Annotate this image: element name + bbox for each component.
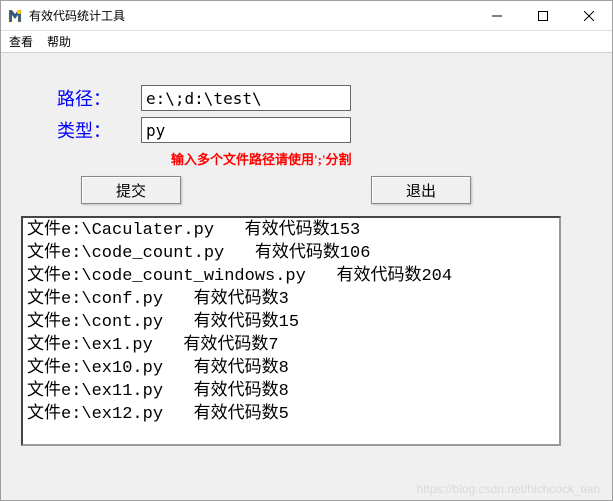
type-input[interactable]	[141, 117, 351, 143]
maximize-icon	[538, 11, 548, 21]
exit-button[interactable]: 退出	[371, 176, 471, 204]
menu-help[interactable]: 帮助	[47, 33, 71, 50]
close-button[interactable]	[566, 1, 612, 30]
output-textarea[interactable]: 文件e:\Caculater.py 有效代码数153 文件e:\code_cou…	[21, 216, 561, 446]
type-label: 类型：	[21, 117, 141, 143]
menubar: 查看 帮助	[1, 31, 612, 53]
submit-button[interactable]: 提交	[81, 176, 181, 204]
maximize-button[interactable]	[520, 1, 566, 30]
type-row: 类型：	[21, 117, 592, 143]
path-row: 路径：	[21, 85, 592, 111]
hint-text: 输入多个文件路径请使用';'分割	[171, 149, 592, 168]
minimize-button[interactable]	[474, 1, 520, 30]
titlebar: 有效代码统计工具	[1, 1, 612, 31]
watermark: https://blog.csdn.net/hichcock_tian	[417, 482, 600, 496]
app-icon	[7, 8, 23, 24]
path-input[interactable]	[141, 85, 351, 111]
content-area: 路径： 类型： 输入多个文件路径请使用';'分割 提交 退出 文件e:\Cacu…	[1, 53, 612, 500]
menu-view[interactable]: 查看	[9, 33, 33, 50]
app-window: 有效代码统计工具 查看 帮助 路径： 类型： 输入多个文件路径请使用';'分割	[0, 0, 613, 501]
window-controls	[474, 1, 612, 30]
path-label: 路径：	[21, 85, 141, 111]
button-row: 提交 退出	[21, 176, 592, 204]
close-icon	[584, 11, 594, 21]
window-title: 有效代码统计工具	[29, 7, 474, 24]
minimize-icon	[492, 11, 502, 21]
